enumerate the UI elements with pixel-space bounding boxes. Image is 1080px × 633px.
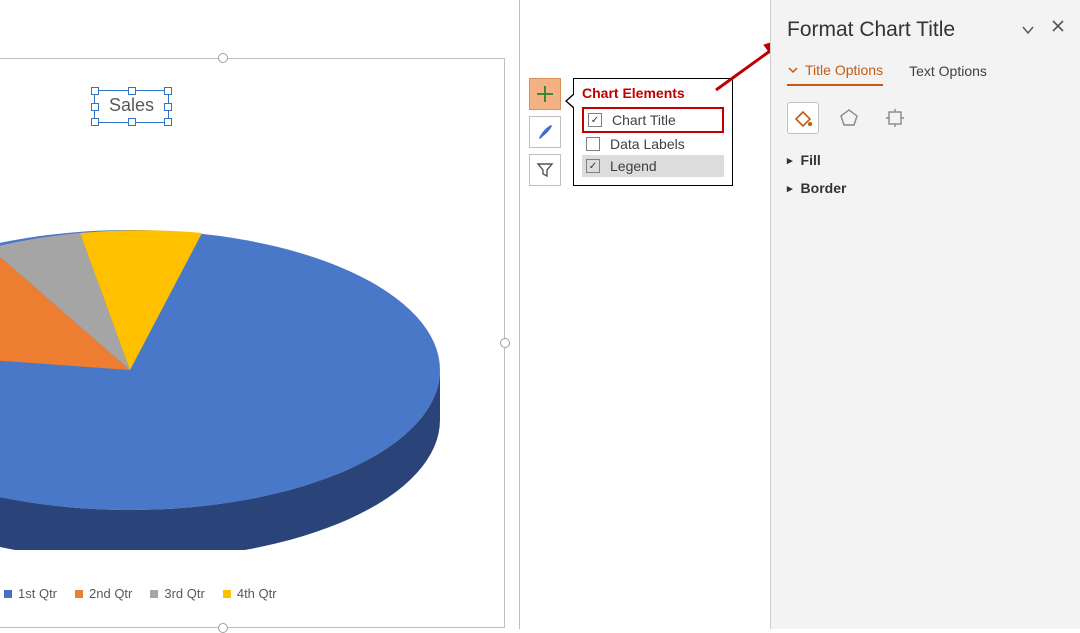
legend-swatch [223, 590, 231, 598]
paint-bucket-icon [792, 107, 814, 129]
legend-item-q1[interactable]: 1st Qtr [4, 586, 57, 601]
title-handle[interactable] [164, 87, 172, 95]
chart-elements-button[interactable] [529, 78, 561, 110]
tab-label: Title Options [805, 62, 883, 78]
tab-text-options[interactable]: Text Options [909, 62, 987, 86]
legend-item-q3[interactable]: 3rd Qtr [150, 586, 204, 601]
title-handle[interactable] [91, 103, 99, 111]
chart-canvas[interactable]: Sales 1st Qtr 2nd Qtr [0, 0, 520, 629]
category-icons [787, 102, 1064, 134]
chevron-down-icon [787, 64, 799, 76]
caret-right-icon: ▸ [787, 182, 793, 195]
section-label: Border [801, 180, 847, 196]
elements-item-legend[interactable]: ✓ Legend [582, 155, 724, 177]
item-label: Chart Title [612, 112, 676, 128]
caret-right-icon: ▸ [787, 154, 793, 167]
category-size-properties[interactable] [879, 102, 911, 134]
item-label: Data Labels [610, 136, 685, 152]
category-fill-line[interactable] [787, 102, 819, 134]
pane-options-dropdown[interactable] [1020, 22, 1036, 43]
chart-filters-button[interactable] [529, 154, 561, 186]
pentagon-icon [838, 107, 860, 129]
chart-elements-popup[interactable]: Chart Elements ✓ Chart Title Data Labels… [573, 78, 733, 186]
close-pane-button[interactable] [1050, 18, 1066, 39]
funnel-icon [536, 161, 554, 179]
chart-styles-button[interactable] [529, 116, 561, 148]
chart-float-buttons [529, 78, 561, 186]
section-border[interactable]: ▸ Border [787, 180, 1064, 196]
close-icon [1050, 18, 1066, 34]
checkbox-checked-icon[interactable]: ✓ [586, 159, 600, 173]
category-effects[interactable] [833, 102, 865, 134]
legend-swatch [75, 590, 83, 598]
tab-label: Text Options [909, 63, 987, 79]
pane-tabs: Title Options Text Options [787, 62, 1064, 86]
popup-title: Chart Elements [582, 85, 724, 101]
title-handle[interactable] [128, 87, 136, 95]
chart-title-text: Sales [109, 95, 154, 115]
legend-item-q4[interactable]: 4th Qtr [223, 586, 277, 601]
legend-label: 1st Qtr [18, 586, 57, 601]
chart-title[interactable]: Sales [94, 90, 169, 123]
checkbox-checked-icon[interactable]: ✓ [588, 113, 602, 127]
title-handle[interactable] [91, 87, 99, 95]
size-props-icon [884, 107, 906, 129]
legend-item-q2[interactable]: 2nd Qtr [75, 586, 132, 601]
legend-label: 4th Qtr [237, 586, 277, 601]
elements-item-data-labels[interactable]: Data Labels [582, 133, 724, 155]
format-chart-title-pane: Format Chart Title Title Options Text Op… [770, 0, 1080, 629]
section-fill[interactable]: ▸ Fill [787, 152, 1064, 168]
elements-item-chart-title[interactable]: ✓ Chart Title [582, 107, 724, 133]
resize-handle-right[interactable] [500, 338, 510, 348]
chart-legend[interactable]: 1st Qtr 2nd Qtr 3rd Qtr 4th Qtr [4, 586, 277, 601]
checkbox-unchecked-icon[interactable] [586, 137, 600, 151]
tab-title-options[interactable]: Title Options [787, 62, 883, 86]
plus-icon [536, 85, 554, 103]
legend-swatch [4, 590, 12, 598]
chevron-down-icon [1020, 22, 1036, 38]
pie-chart[interactable] [0, 120, 480, 550]
legend-label: 3rd Qtr [164, 586, 204, 601]
title-handle[interactable] [164, 103, 172, 111]
item-label: Legend [610, 158, 657, 174]
resize-handle-top[interactable] [218, 53, 228, 63]
section-label: Fill [801, 152, 821, 168]
legend-label: 2nd Qtr [89, 586, 132, 601]
legend-swatch [150, 590, 158, 598]
resize-handle-bottom[interactable] [218, 623, 228, 633]
brush-icon [536, 123, 554, 141]
